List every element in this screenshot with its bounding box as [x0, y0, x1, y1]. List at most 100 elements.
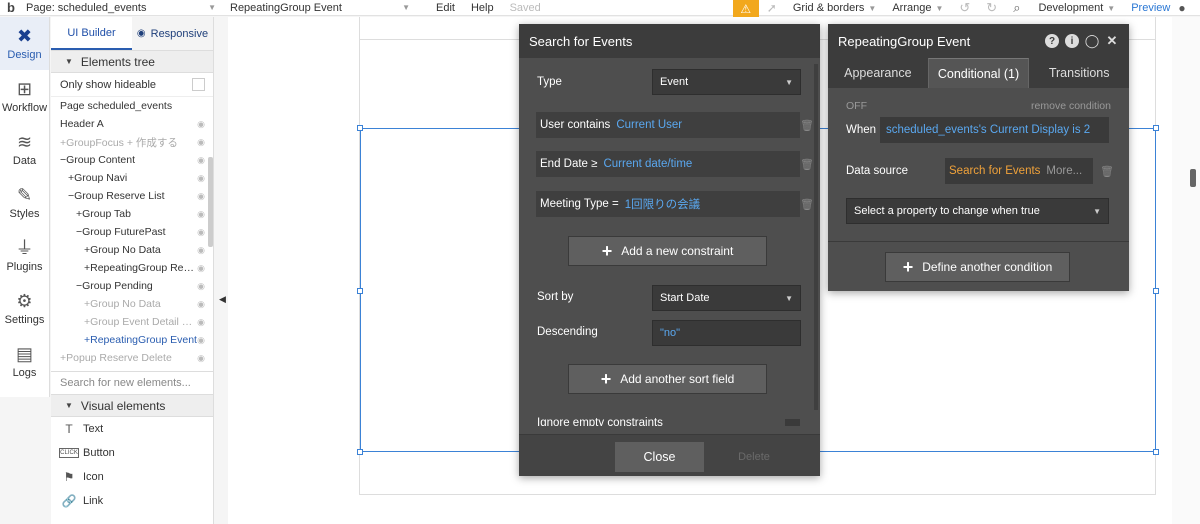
tab-transitions[interactable]: Transitions: [1029, 58, 1129, 88]
tree-item[interactable]: +Group Navi ◉: [51, 169, 213, 187]
trash-icon[interactable]: 🗑: [1100, 165, 1114, 178]
visual-element-link[interactable]: 🔗 Link: [51, 489, 213, 513]
eye-icon[interactable]: ◉: [197, 173, 205, 184]
comment-icon[interactable]: ◯: [1085, 33, 1100, 48]
eye-icon[interactable]: ◉: [197, 317, 205, 328]
remove-condition-link[interactable]: remove condition: [1031, 100, 1111, 112]
sort-by-select[interactable]: Start Date ▼: [652, 285, 801, 311]
tab-conditional[interactable]: Conditional (1): [927, 58, 1030, 88]
trash-icon[interactable]: 🗑: [800, 198, 814, 211]
info-icon[interactable]: i: [1065, 34, 1079, 48]
eye-icon[interactable]: ◉: [197, 155, 205, 166]
type-select[interactable]: Event ▼: [652, 69, 801, 95]
search-dialog-header[interactable]: Search for Events: [519, 24, 820, 58]
nav-styles[interactable]: ✎ Styles: [0, 176, 49, 229]
tree-item[interactable]: +GroupFocus + 作成する ◉: [51, 133, 213, 151]
tree-item[interactable]: Header A ◉: [51, 115, 213, 133]
dialog-scrollbar[interactable]: [814, 64, 818, 410]
edit-menu[interactable]: Edit: [428, 2, 463, 14]
tree-item[interactable]: −Group Pending ◉: [51, 277, 213, 295]
resize-handle[interactable]: [357, 449, 363, 455]
descending-input[interactable]: "no": [652, 320, 801, 346]
canvas-scrollbar[interactable]: [1190, 169, 1196, 187]
visual-element-button[interactable]: CLICK Button: [51, 441, 213, 465]
tab-ui-builder[interactable]: UI Builder: [51, 17, 132, 50]
constraint-row[interactable]: Meeting Type = 1回限りの会議: [536, 191, 800, 217]
ignore-empty-checkbox[interactable]: [785, 419, 800, 426]
undo-icon[interactable]: ↺: [951, 0, 978, 16]
eye-icon[interactable]: ◉: [197, 299, 205, 310]
preview-link[interactable]: Preview: [1123, 2, 1178, 14]
tree-item[interactable]: Page scheduled_events: [51, 97, 213, 115]
only-show-hideable-checkbox[interactable]: [192, 78, 205, 91]
more-link[interactable]: More...: [1046, 165, 1082, 177]
condition-toggle[interactable]: OFF: [846, 100, 867, 112]
eye-icon[interactable]: ◉: [197, 119, 205, 130]
visual-elements-header[interactable]: ▼ Visual elements: [51, 395, 213, 417]
arrange-menu[interactable]: Arrange ▼: [884, 2, 951, 14]
property-editor-header[interactable]: RepeatingGroup Event ? i ◯ ✕: [828, 24, 1129, 58]
constraint-row[interactable]: End Date ≥ Current date/time: [536, 151, 800, 177]
eye-icon[interactable]: ◉: [197, 335, 205, 346]
page-selector[interactable]: Page: scheduled_events ▼: [22, 0, 220, 16]
environment-menu[interactable]: Development ▼: [1030, 2, 1123, 14]
tree-item[interactable]: −Group Reserve List ◉: [51, 187, 213, 205]
close-button[interactable]: Close: [615, 442, 704, 472]
tree-item[interactable]: +Group Tab ◉: [51, 205, 213, 223]
element-selector[interactable]: RepeatingGroup Event ▼: [226, 0, 414, 16]
redo-icon[interactable]: ↻: [978, 0, 1005, 16]
visual-element-text[interactable]: T Text: [51, 417, 213, 441]
nav-settings[interactable]: ⚙ Settings: [0, 282, 49, 335]
when-expression[interactable]: scheduled_events's Current Display is 2: [880, 117, 1109, 143]
eye-icon[interactable]: ◉: [197, 263, 205, 274]
tab-appearance[interactable]: Appearance: [828, 58, 928, 88]
panel-scrollbar[interactable]: [208, 157, 213, 247]
eye-icon[interactable]: ◉: [197, 227, 205, 238]
nav-logs[interactable]: ▤ Logs: [0, 335, 49, 388]
collapse-panel-icon[interactable]: ◀: [219, 294, 226, 305]
account-icon[interactable]: ●: [1178, 1, 1185, 15]
tree-item[interactable]: +Group No Data ◉: [51, 241, 213, 259]
help-menu[interactable]: Help: [463, 2, 502, 14]
help-icon[interactable]: ?: [1045, 34, 1059, 48]
resize-handle[interactable]: [357, 288, 363, 294]
visual-element-icon[interactable]: ⚑ Icon: [51, 465, 213, 489]
tab-responsive[interactable]: ◉ Responsive: [132, 17, 213, 50]
tree-item[interactable]: +Group Event Detail Day ◉: [51, 313, 213, 331]
constraint-row[interactable]: User contains Current User: [536, 112, 800, 138]
tree-item[interactable]: −Group Content ◉: [51, 151, 213, 169]
select-property-dropdown[interactable]: Select a property to change when true ▼: [846, 198, 1109, 224]
nav-plugins[interactable]: ⏚ Plugins: [0, 229, 49, 282]
tree-item[interactable]: +Group No Data ◉: [51, 295, 213, 313]
nav-data[interactable]: ≋ Data: [0, 123, 49, 176]
delete-button[interactable]: Delete: [724, 442, 784, 472]
tree-item[interactable]: +RepeatingGroup Rese... ◉: [51, 259, 213, 277]
tree-item[interactable]: +RepeatingGroup Event ◉: [51, 331, 213, 349]
eye-icon[interactable]: ◉: [197, 281, 205, 292]
eye-icon[interactable]: ◉: [197, 209, 205, 220]
nav-design[interactable]: ✖ Design: [0, 17, 49, 70]
nav-workflow[interactable]: ⊞ Workflow: [0, 70, 49, 123]
tree-item[interactable]: +Popup Reserve Delete ◉: [51, 349, 213, 367]
elements-tree-header[interactable]: ▼ Elements tree: [51, 51, 213, 73]
cursor-icon[interactable]: ➚: [759, 1, 785, 15]
grid-borders-menu[interactable]: Grid & borders ▼: [785, 2, 884, 14]
eye-icon[interactable]: ◉: [197, 191, 205, 202]
resize-handle[interactable]: [1153, 125, 1159, 131]
trash-icon[interactable]: 🗑: [800, 119, 814, 132]
resize-handle[interactable]: [1153, 288, 1159, 294]
resize-handle[interactable]: [357, 125, 363, 131]
search-icon[interactable]: ⌕: [1005, 0, 1028, 16]
search-elements-input[interactable]: Search for new elements...: [51, 371, 213, 395]
define-condition-button[interactable]: + Define another condition: [885, 252, 1070, 282]
trash-icon[interactable]: 🗑: [800, 158, 814, 171]
data-source-expression[interactable]: Search for Events More...: [945, 158, 1093, 184]
eye-icon[interactable]: ◉: [197, 137, 205, 148]
tree-item[interactable]: −Group FuturePast ◉: [51, 223, 213, 241]
resize-handle[interactable]: [1153, 449, 1159, 455]
add-sort-button[interactable]: + Add another sort field: [568, 364, 767, 394]
eye-icon[interactable]: ◉: [197, 353, 205, 364]
eye-icon[interactable]: ◉: [197, 245, 205, 256]
close-icon[interactable]: ✕: [1105, 33, 1119, 48]
add-constraint-button[interactable]: + Add a new constraint: [568, 236, 767, 266]
